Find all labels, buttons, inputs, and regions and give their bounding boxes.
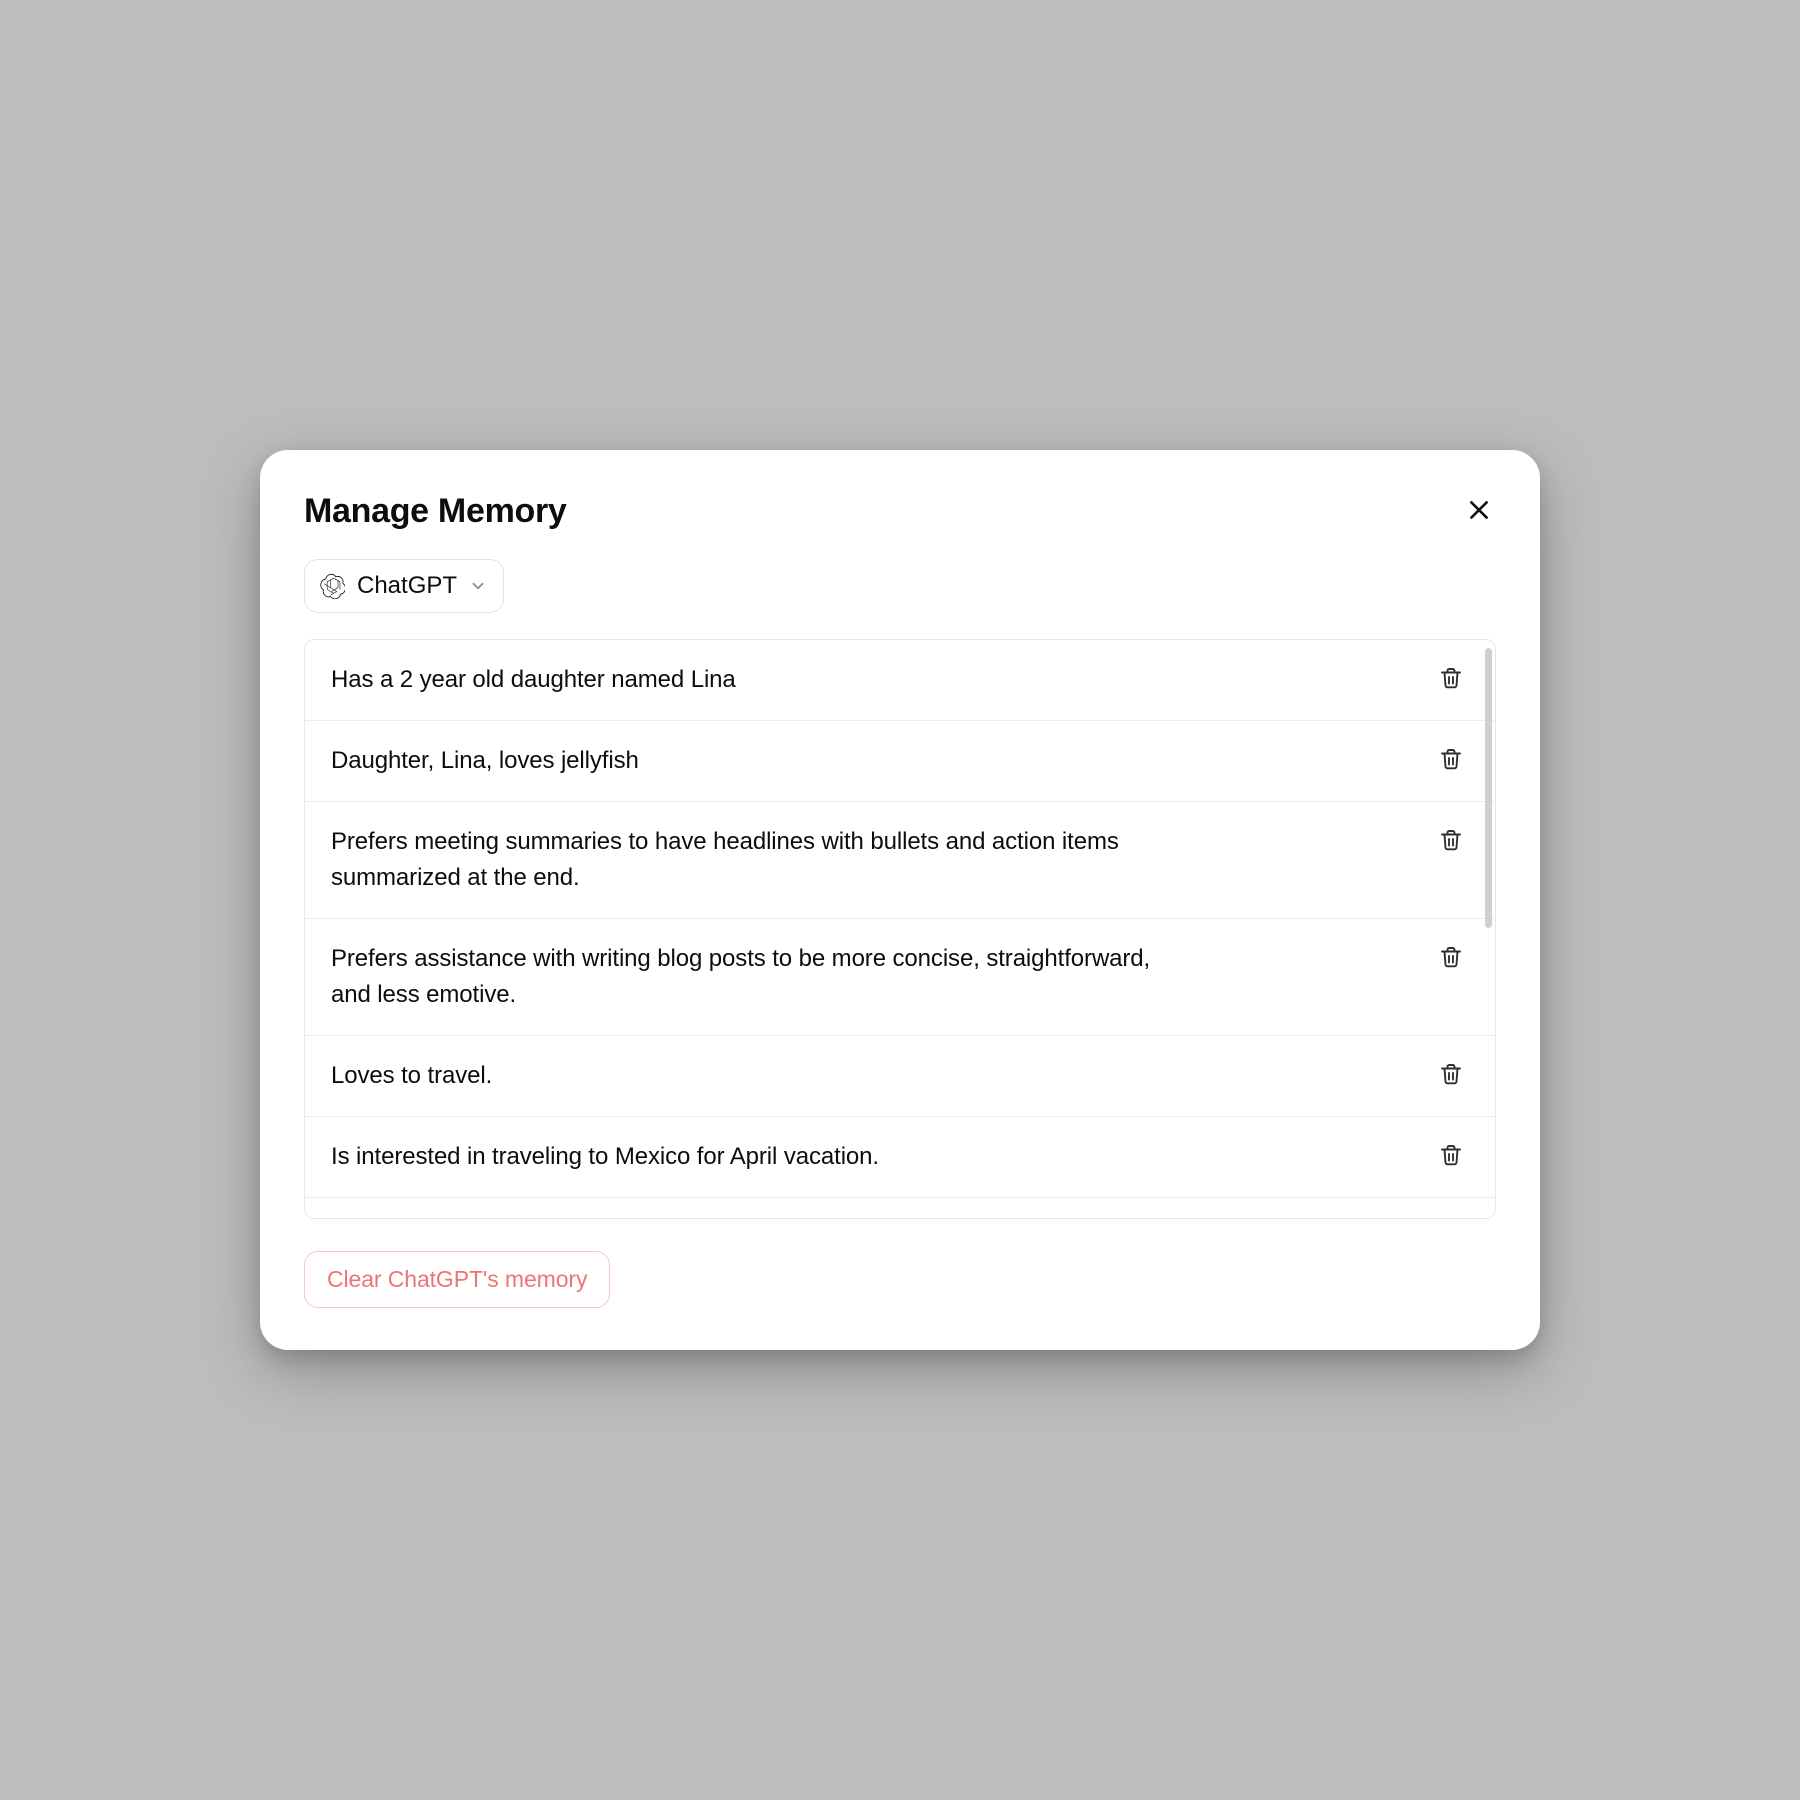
delete-memory-button[interactable] [1437,1141,1465,1172]
close-button[interactable] [1462,493,1496,530]
memory-text: Loves to travel. [331,1058,492,1094]
memory-list-container: Has a 2 year old daughter named Lina Dau… [304,639,1496,1219]
modal-footer: Clear ChatGPT's memory [304,1251,1496,1308]
delete-memory-button[interactable] [1437,943,1465,974]
memory-list[interactable]: Has a 2 year old daughter named Lina Dau… [305,640,1495,1218]
delete-memory-button[interactable] [1437,826,1465,857]
scrollbar-thumb[interactable] [1485,648,1492,928]
memory-row: Prefers assistance with writing blog pos… [305,919,1495,1036]
memory-text: Prefers assistance with writing blog pos… [331,941,1151,1013]
memory-row: Is interested in traveling to Mexico for… [305,1117,1495,1198]
delete-memory-button[interactable] [1437,664,1465,695]
manage-memory-modal: Manage Memory ChatGPT Has [260,450,1540,1350]
chevron-down-icon [469,577,487,595]
clear-memory-button[interactable]: Clear ChatGPT's memory [304,1251,610,1308]
close-icon [1466,497,1492,526]
memory-text: Daughter, Lina, loves jellyfish [331,743,639,779]
trash-icon [1439,759,1463,774]
memory-row: Has a 2 year old daughter named Lina [305,640,1495,721]
source-selector[interactable]: ChatGPT [304,559,504,613]
memory-row: Loves to travel. [305,1036,1495,1117]
trash-icon [1439,957,1463,972]
modal-header: Manage Memory [304,492,1496,531]
delete-memory-button[interactable] [1437,1060,1465,1091]
memory-text: Is interested in traveling to Mexico for… [331,1139,879,1175]
chatgpt-logo-icon [319,573,345,599]
memory-row: Daughter, Lina, loves jellyfish [305,721,1495,802]
memory-text: Prefers meeting summaries to have headli… [331,824,1151,896]
modal-title: Manage Memory [304,492,567,531]
trash-icon [1439,840,1463,855]
memory-text: Has a 2 year old daughter named Lina [331,662,736,698]
memory-row: Prefers meeting summaries to have headli… [305,802,1495,919]
delete-memory-button[interactable] [1437,745,1465,776]
trash-icon [1439,1074,1463,1089]
memory-row [305,1198,1495,1218]
selector-label: ChatGPT [357,572,457,600]
trash-icon [1439,1155,1463,1170]
trash-icon [1439,678,1463,693]
